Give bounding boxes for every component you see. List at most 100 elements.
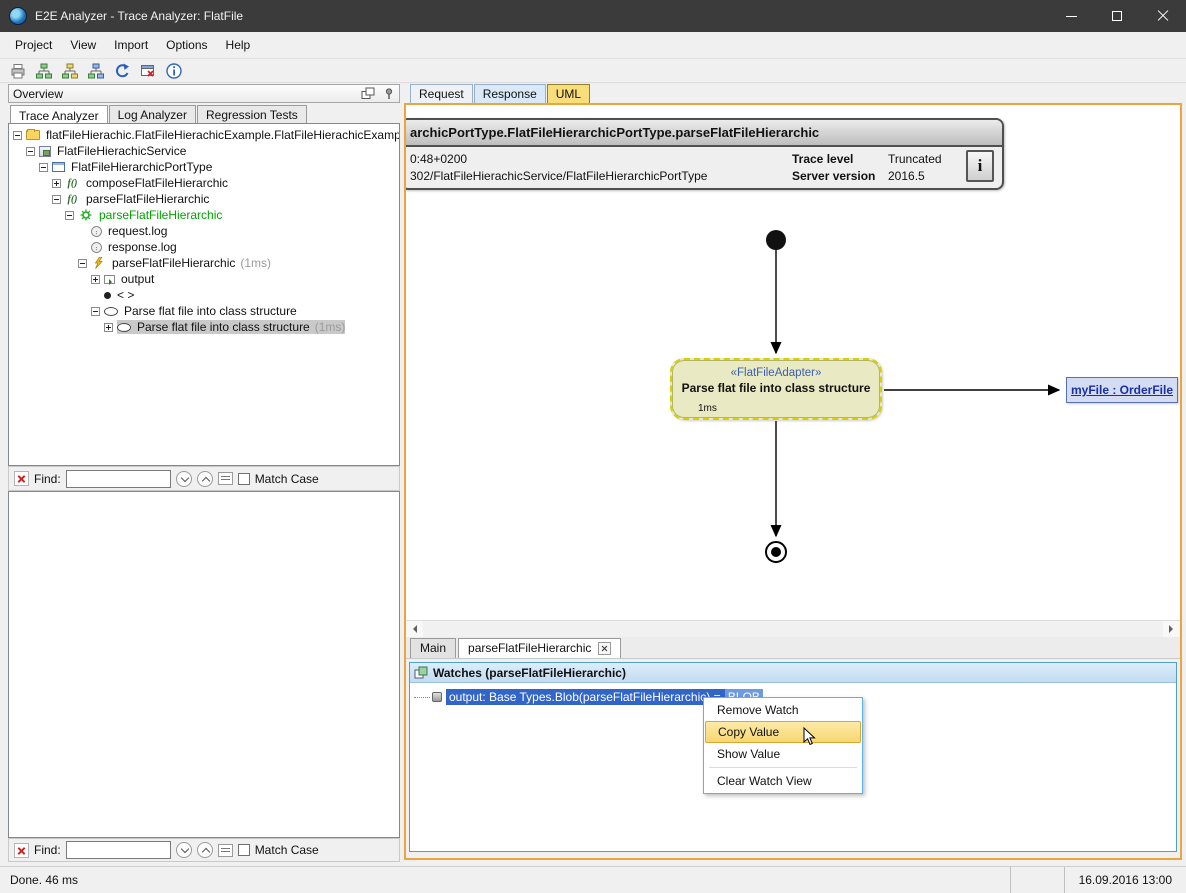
- activity-oval-icon: [104, 307, 118, 316]
- menu-item-show-value[interactable]: Show Value: [705, 743, 861, 765]
- final-node[interactable]: [766, 542, 786, 562]
- menu-bar: Project View Import Options Help: [0, 32, 1186, 58]
- printer-icon[interactable]: [8, 61, 28, 81]
- close-find-icon[interactable]: [14, 843, 29, 858]
- lightning-icon: [91, 257, 106, 270]
- match-case-checkbox[interactable]: [238, 473, 250, 485]
- status-message: Done. 46 ms: [0, 873, 1010, 887]
- tree-item-compose[interactable]: composeFlatFileHierarchic: [9, 175, 399, 191]
- close-tab-icon[interactable]: [598, 642, 611, 655]
- tab-regression-tests[interactable]: Regression Tests: [197, 105, 307, 125]
- tree-item-parse-activity[interactable]: Parse flat file into class structure: [9, 303, 399, 319]
- activity-node[interactable]: «FlatFileAdapter» Parse flat file into c…: [670, 358, 882, 420]
- tree-item-parse[interactable]: parseFlatFileHierarchic: [9, 191, 399, 207]
- output-icon: [104, 275, 115, 284]
- menu-import[interactable]: Import: [105, 34, 157, 56]
- expand-expander-icon[interactable]: [52, 179, 61, 188]
- object-node-myfile[interactable]: myFile : OrderFile: [1066, 377, 1178, 403]
- info-icon[interactable]: [164, 61, 184, 81]
- tab-log-analyzer[interactable]: Log Analyzer: [109, 105, 196, 125]
- close-icon: [1157, 10, 1169, 22]
- find-next-icon[interactable]: [176, 842, 192, 858]
- uml-diagram-canvas[interactable]: archicPortType.FlatFileHierarchicPortTyp…: [406, 105, 1180, 620]
- menu-item-clear-watch-view[interactable]: Clear Watch View: [705, 770, 861, 792]
- watches-title: Watches (parseFlatFileHierarchic): [433, 666, 626, 680]
- menu-separator: [709, 767, 857, 768]
- trace-tree: flatFileHierachic.FlatFileHierachicExamp…: [8, 123, 400, 466]
- app-icon[interactable]: [9, 7, 27, 25]
- viewer-tabs: Request Response UML: [404, 84, 1182, 103]
- menu-help[interactable]: Help: [217, 34, 260, 56]
- tree-item-request-log[interactable]: request.log: [9, 223, 399, 239]
- maximize-button[interactable]: [1094, 0, 1140, 32]
- float-panel-icon[interactable]: [361, 87, 375, 100]
- watch-context-menu: Remove Watch Copy Value Show Value Clear…: [703, 697, 863, 794]
- tree-item-parse-activity-instance[interactable]: Parse flat file into class structure (1m…: [9, 319, 399, 335]
- close-button[interactable]: [1140, 0, 1186, 32]
- tree-item-parse-call[interactable]: parseFlatFileHierarchic (1ms): [9, 255, 399, 271]
- undo-icon[interactable]: [112, 61, 132, 81]
- expand-expander-icon[interactable]: [104, 323, 113, 332]
- tab-request[interactable]: Request: [410, 84, 473, 103]
- model-tree-blue-icon[interactable]: [86, 61, 106, 81]
- menu-project[interactable]: Project: [6, 34, 61, 56]
- close-view-icon[interactable]: [138, 61, 158, 81]
- find-next-icon[interactable]: [176, 471, 192, 487]
- tree-item-response-log[interactable]: response.log: [9, 239, 399, 255]
- tab-main-diagram[interactable]: Main: [410, 638, 456, 658]
- match-case-checkbox[interactable]: [238, 844, 250, 856]
- menu-item-remove-watch[interactable]: Remove Watch: [705, 699, 861, 721]
- close-find-icon[interactable]: [14, 471, 29, 486]
- duration-label: (1ms): [240, 256, 271, 270]
- minimize-button[interactable]: [1048, 0, 1094, 32]
- bullet-icon: [104, 292, 111, 299]
- watches-header: Watches (parseFlatFileHierarchic): [410, 663, 1176, 683]
- gear-icon: [78, 209, 93, 222]
- tab-uml[interactable]: UML: [547, 84, 590, 104]
- pin-icon[interactable]: [383, 87, 395, 100]
- collapse-expander-icon[interactable]: [39, 163, 48, 172]
- tree-item-example[interactable]: flatFileHierachic.FlatFileHierachicExamp…: [9, 127, 399, 143]
- tab-parse-diagram[interactable]: parseFlatFileHierarchic: [458, 638, 621, 658]
- collapse-expander-icon[interactable]: [52, 195, 61, 204]
- object-node-label: myFile : OrderFile: [1071, 383, 1173, 397]
- menu-view[interactable]: View: [61, 34, 105, 56]
- collapse-expander-icon[interactable]: [91, 307, 100, 316]
- service-icon: [39, 146, 51, 157]
- find-options-icon[interactable]: [218, 472, 233, 485]
- collapse-expander-icon[interactable]: [13, 131, 22, 140]
- scroll-right-icon[interactable]: [1163, 621, 1180, 637]
- find-previous-icon[interactable]: [197, 842, 213, 858]
- collapse-expander-icon[interactable]: [78, 259, 87, 268]
- tree-item-service[interactable]: FlatFileHierachicService: [9, 143, 399, 159]
- status-datetime: 16.09.2016 13:00: [1064, 867, 1186, 893]
- find-input[interactable]: [66, 841, 171, 859]
- activity-duration: 1ms: [698, 403, 717, 414]
- scroll-left-icon[interactable]: [406, 621, 423, 637]
- watch-item-text: output: Base Types.Blob(parseFlatFileHie…: [446, 689, 725, 705]
- tree-item-parse-instance[interactable]: parseFlatFileHierarchic: [9, 207, 399, 223]
- tree-item-empty-tag[interactable]: < >: [9, 287, 399, 303]
- toolbar: [0, 58, 1186, 83]
- log-file-icon: [91, 226, 102, 237]
- tab-response[interactable]: Response: [474, 84, 546, 103]
- tree-item-porttype[interactable]: FlatFileHierarchicPortType: [9, 159, 399, 175]
- tree-connector: [414, 697, 430, 698]
- find-previous-icon[interactable]: [197, 471, 213, 487]
- find-bar-top: Find: Match Case: [8, 466, 400, 491]
- menu-options[interactable]: Options: [157, 34, 216, 56]
- find-input[interactable]: [66, 470, 171, 488]
- tree-item-output[interactable]: output: [9, 271, 399, 287]
- collapse-expander-icon[interactable]: [65, 211, 74, 220]
- collapse-expander-icon[interactable]: [26, 147, 35, 156]
- watch-value-icon: [432, 692, 442, 702]
- uml-view-frame: archicPortType.FlatFileHierarchicPortTyp…: [404, 103, 1182, 860]
- horizontal-scrollbar[interactable]: [406, 620, 1180, 637]
- model-tree-green-icon[interactable]: [34, 61, 54, 81]
- menu-item-copy-value[interactable]: Copy Value: [705, 721, 861, 743]
- expand-expander-icon[interactable]: [91, 275, 100, 284]
- model-tree-yellow-icon[interactable]: [60, 61, 80, 81]
- initial-node[interactable]: [766, 230, 786, 250]
- port-type-icon: [52, 162, 65, 172]
- find-options-icon[interactable]: [218, 844, 233, 857]
